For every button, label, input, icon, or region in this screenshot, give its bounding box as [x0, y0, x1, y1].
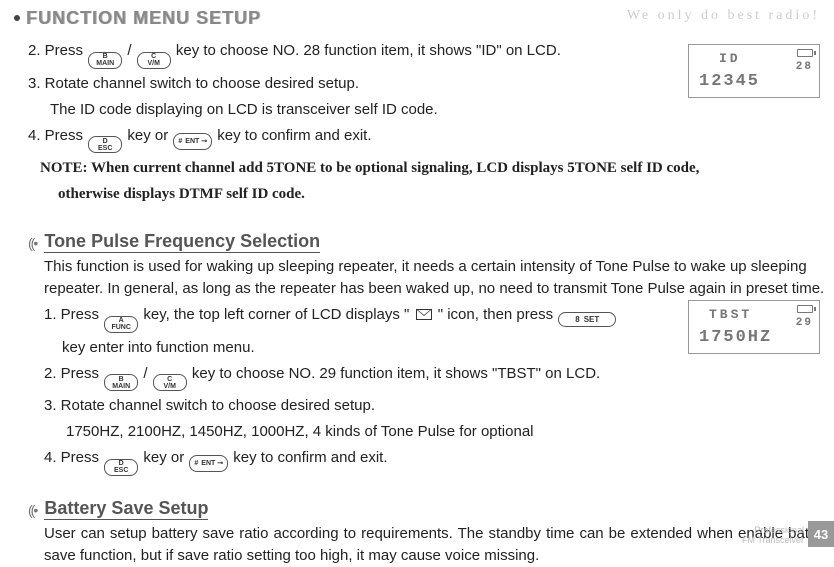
- key-c-vm: CV/M: [137, 52, 171, 69]
- footer-line2: FM Transceiver: [742, 535, 804, 545]
- tone-step4: 4. Press DESC key or #ENT ⊸ key to confi…: [44, 447, 816, 476]
- block1-note-line1: NOTE: When current channel add 5TONE to …: [40, 157, 816, 179]
- key-hash-ent: #ENT ⊸: [189, 455, 228, 472]
- slogan-text: We only do best radio!: [627, 8, 820, 24]
- text: 1. Press: [44, 306, 103, 323]
- lcd1-line2: 12345: [699, 72, 760, 91]
- header-bullet-icon: [14, 15, 20, 21]
- page-number: 43: [808, 521, 834, 547]
- text: 2. Press: [44, 365, 103, 382]
- header-title: FUNCTION MENU SETUP: [26, 8, 261, 29]
- section-battery-heading: ((• Battery Save Setup: [28, 498, 816, 519]
- key-hash-ent: #ENT ⊸: [173, 133, 212, 150]
- text: key or: [143, 449, 188, 466]
- text: 4. Press: [44, 449, 103, 466]
- tone-step1: 1. Press AFUNC key, the top left corner …: [44, 304, 664, 333]
- text: key or: [127, 127, 172, 144]
- battery-heading-text: Battery Save Setup: [44, 498, 208, 520]
- tone-step3-note: 1750HZ, 2100HZ, 1450HZ, 1000HZ, 4 kinds …: [66, 421, 816, 443]
- section-tone-heading: ((• Tone Pulse Frequency Selection: [28, 231, 816, 252]
- lcd2-line2: 1750HZ: [699, 328, 772, 347]
- text: key to choose NO. 29 function item, it s…: [192, 365, 600, 382]
- tone-step2: 2. Press BMAIN / CV/M key to choose NO. …: [44, 363, 816, 392]
- key-8-set: 8SET: [558, 312, 616, 327]
- key-b-main: BMAIN: [104, 374, 138, 391]
- text: " icon, then press: [438, 306, 558, 323]
- text: 4. Press: [28, 127, 87, 144]
- lcd2-line1: TBST: [709, 307, 752, 322]
- page-footer: Professional FM Transceiver 43: [742, 521, 834, 547]
- lcd-display-tbst: TBST 29 1750HZ: [688, 300, 820, 354]
- text: key to confirm and exit.: [233, 449, 387, 466]
- key-c-vm: CV/M: [153, 374, 187, 391]
- block1-note-line2: otherwise displays DTMF self ID code.: [58, 183, 816, 205]
- tone-step3: 3. Rotate channel switch to choose desir…: [44, 395, 816, 417]
- radio-wave-icon: ((•: [28, 235, 36, 251]
- text: /: [143, 365, 147, 382]
- key-b-main: BMAIN: [88, 52, 122, 69]
- battery-icon: [797, 49, 813, 57]
- lcd-display-id: ID 28 12345: [688, 44, 820, 98]
- key-a-func: AFUNC: [104, 316, 138, 333]
- text: 2. Press: [28, 42, 87, 59]
- footer-label: Professional FM Transceiver: [742, 525, 804, 547]
- text: key to choose NO. 28 function item, it s…: [176, 42, 561, 59]
- battery-icon: [797, 305, 813, 313]
- battery-paragraph: User can setup battery save ratio accord…: [44, 523, 834, 567]
- lcd2-index: 29: [796, 317, 813, 329]
- radio-wave-icon: ((•: [28, 502, 36, 518]
- lcd1-index: 28: [796, 61, 813, 73]
- mail-icon: [416, 309, 432, 320]
- key-d-esc: DESC: [104, 459, 138, 476]
- tone-heading-text: Tone Pulse Frequency Selection: [44, 231, 320, 253]
- block1-step3-note: The ID code displaying on LCD is transce…: [50, 99, 816, 121]
- text: key, the top left corner of LCD displays…: [143, 306, 409, 323]
- text: /: [127, 42, 131, 59]
- lcd1-line1: ID: [719, 51, 741, 66]
- tone-paragraph: This function is used for waking up slee…: [44, 256, 834, 300]
- key-d-esc: DESC: [88, 136, 122, 153]
- footer-line1: Professional: [742, 525, 804, 535]
- block1-step4: 4. Press DESC key or #ENT ⊸ key to confi…: [28, 125, 816, 154]
- text: key to confirm and exit.: [217, 127, 371, 144]
